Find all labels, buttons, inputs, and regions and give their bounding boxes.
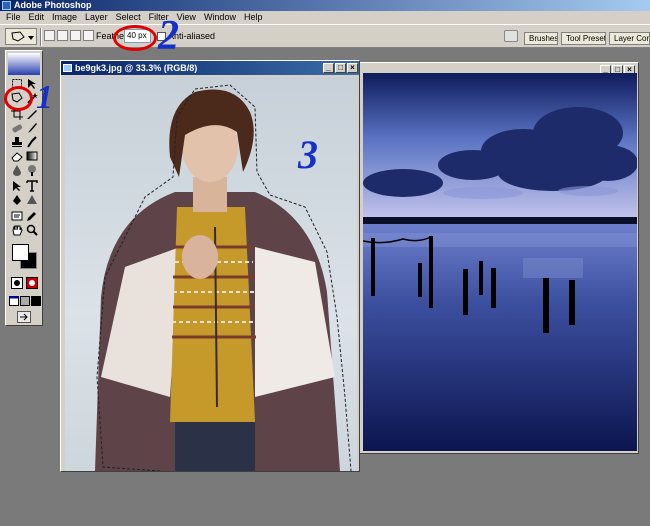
- add-to-selection-icon[interactable]: [57, 30, 68, 41]
- gradient-tool-icon[interactable]: [26, 150, 38, 162]
- history-brush-icon[interactable]: [26, 136, 38, 148]
- menu-layer[interactable]: Layer: [81, 11, 112, 24]
- menu-select[interactable]: Select: [112, 11, 145, 24]
- standard-mode-icon[interactable]: [11, 277, 23, 289]
- zoom-tool-icon[interactable]: [26, 224, 38, 236]
- menu-window[interactable]: Window: [200, 11, 240, 24]
- intersect-selection-icon[interactable]: [83, 30, 94, 41]
- annotation-circle-feather: [113, 25, 157, 51]
- document-title-bar[interactable]: be9gk3.jpg @ 33.3% (RGB/8): [61, 61, 359, 75]
- palette-well: Brushes Tool Presets Layer Comps: [500, 28, 650, 46]
- menu-image[interactable]: Image: [48, 11, 81, 24]
- eraser-tool-icon[interactable]: [11, 150, 23, 162]
- menu-help[interactable]: Help: [240, 11, 267, 24]
- menu-edit[interactable]: Edit: [25, 11, 49, 24]
- annotation-circle-lasso: [4, 86, 33, 111]
- shape-tool-icon[interactable]: [26, 194, 38, 206]
- annotation-number-1: 1: [36, 79, 53, 116]
- minimize-button[interactable]: _: [323, 63, 334, 73]
- blur-tool-icon[interactable]: [11, 164, 23, 176]
- lake-photo: [363, 73, 637, 451]
- standard-screen-icon[interactable]: [9, 295, 19, 307]
- adobe-online-icon[interactable]: [8, 53, 40, 75]
- quick-mask-mode-icon[interactable]: [26, 277, 38, 289]
- tool-preset-picker[interactable]: [5, 28, 37, 45]
- tab-brushes[interactable]: Brushes: [524, 32, 558, 45]
- full-screen-icon[interactable]: [31, 295, 41, 307]
- lake-image-canvas[interactable]: [363, 73, 637, 451]
- tab-layer-comps[interactable]: Layer Comps: [609, 32, 650, 45]
- app-title-bar: Adobe Photoshop: [0, 0, 650, 11]
- app-title: Adobe Photoshop: [14, 0, 92, 10]
- options-separator: [40, 28, 42, 46]
- type-tool-icon[interactable]: [26, 180, 38, 192]
- pen-tool-icon[interactable]: [11, 194, 23, 206]
- healing-brush-icon[interactable]: [11, 122, 23, 134]
- menu-bar: File Edit Image Layer Select Filter View…: [0, 11, 650, 24]
- document-title: be9gk3.jpg @ 33.3% (RGB/8): [75, 63, 198, 73]
- chevron-down-icon: [28, 36, 34, 40]
- options-bar: Feather: 40 px Anti-aliased Brushes Tool…: [0, 24, 650, 48]
- path-selection-icon[interactable]: [11, 180, 23, 192]
- eyedropper-tool-icon[interactable]: [26, 210, 38, 222]
- foreground-color-swatch[interactable]: [12, 244, 29, 261]
- jump-to-imageready-icon[interactable]: [17, 311, 31, 323]
- annotation-number-2: 2: [158, 13, 179, 59]
- full-screen-menu-icon[interactable]: [20, 295, 30, 307]
- maximize-button[interactable]: □: [335, 63, 346, 73]
- clone-stamp-icon[interactable]: [11, 136, 23, 148]
- photoshop-app-icon: [2, 1, 11, 10]
- document-icon: [63, 64, 72, 72]
- notes-tool-icon[interactable]: [11, 210, 23, 222]
- document-window-photo[interactable]: be9gk3.jpg @ 33.3% (RGB/8) _ □ ×: [60, 60, 360, 472]
- hand-tool-icon[interactable]: [11, 224, 23, 236]
- tab-tool-presets[interactable]: Tool Presets: [561, 32, 606, 45]
- file-browser-icon[interactable]: [504, 30, 518, 42]
- close-button[interactable]: ×: [347, 63, 358, 73]
- brush-tool-icon[interactable]: [26, 122, 38, 134]
- new-selection-icon[interactable]: [44, 30, 55, 41]
- polygonal-lasso-icon: [11, 31, 25, 42]
- menu-file[interactable]: File: [2, 11, 25, 24]
- annotation-number-3: 3: [298, 132, 318, 177]
- dodge-tool-icon[interactable]: [26, 164, 38, 176]
- subtract-selection-icon[interactable]: [70, 30, 81, 41]
